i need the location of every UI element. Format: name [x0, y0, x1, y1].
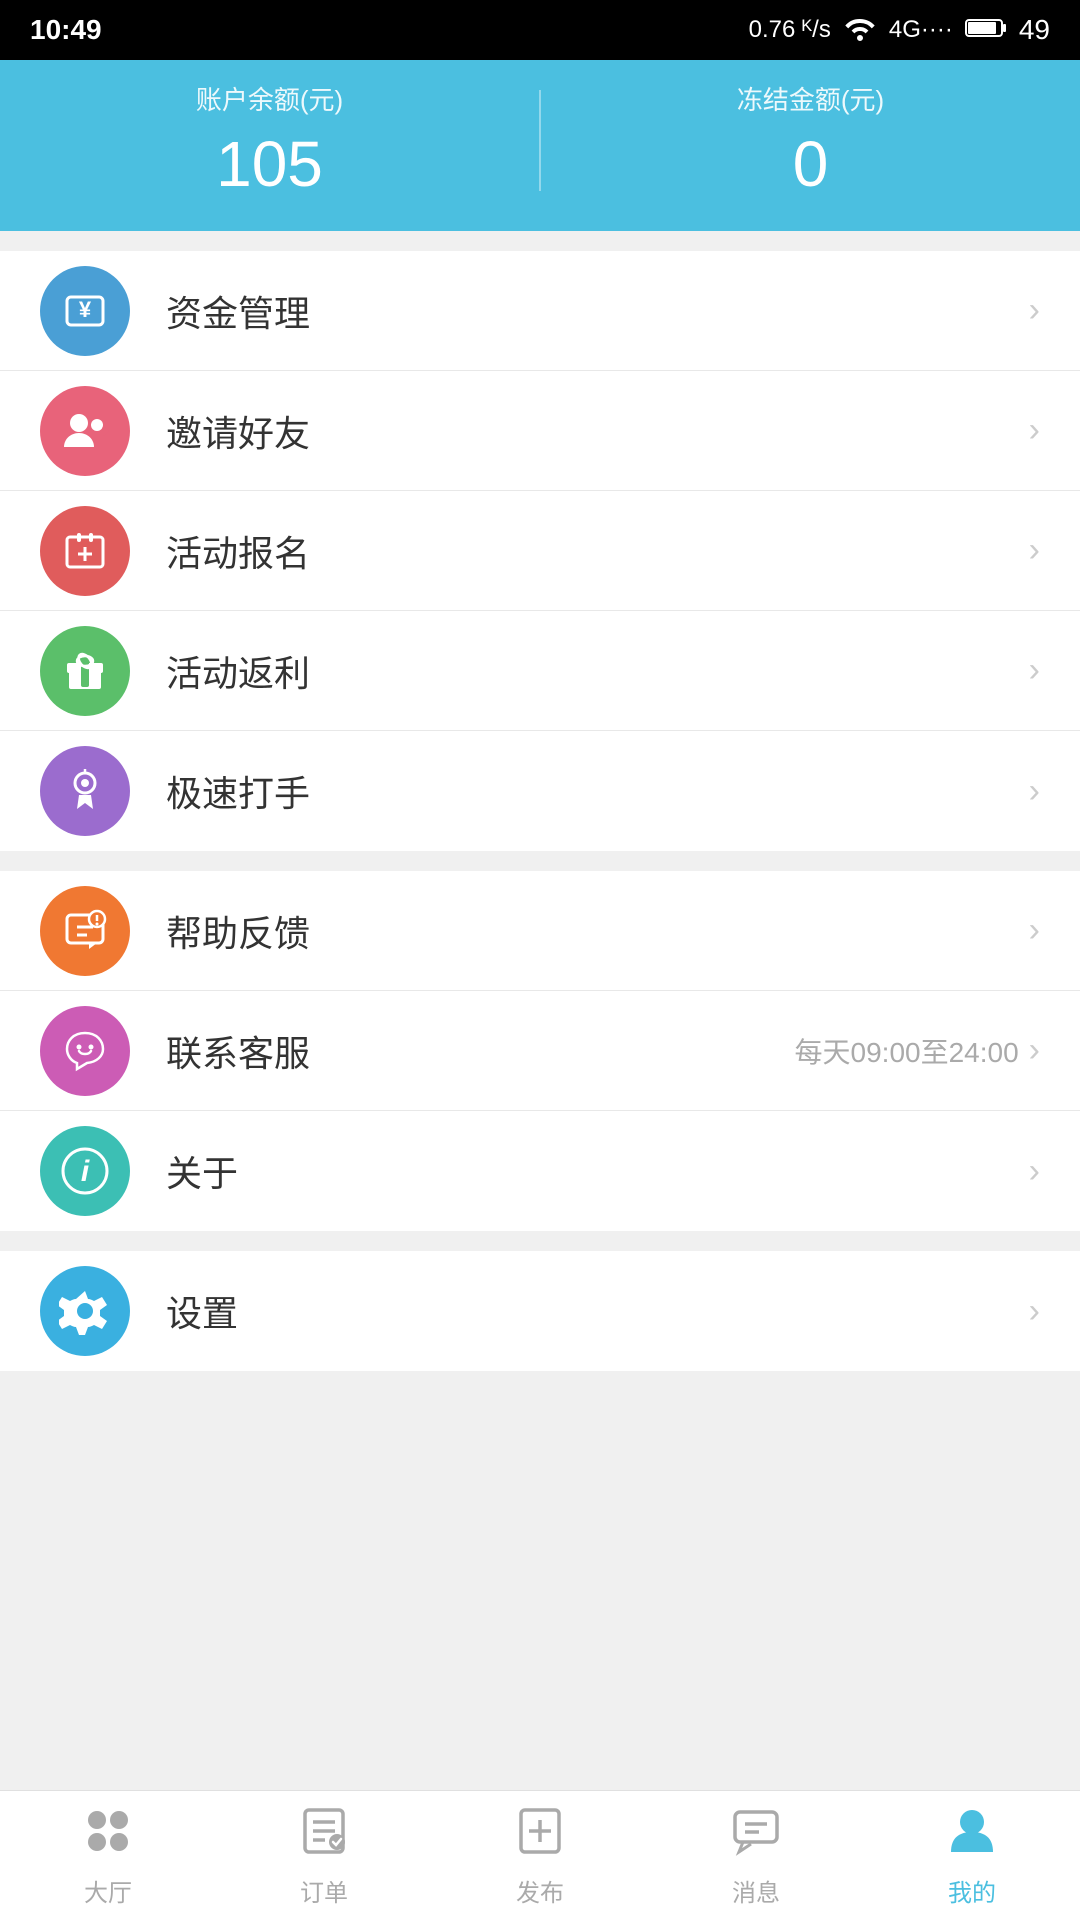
status-time: 10:49	[30, 14, 102, 46]
battery-level: 49	[1019, 14, 1050, 46]
menu-group-1: ¥ 资金管理 › 邀请好友 › 活动报	[0, 251, 1080, 851]
wifi-icon	[843, 13, 877, 48]
fast-type-icon-wrap	[40, 746, 130, 836]
funds-icon: ¥	[59, 285, 111, 337]
section-gap-3	[0, 1231, 1080, 1251]
funds-icon-wrap: ¥	[40, 266, 130, 356]
person-icon	[945, 1804, 999, 1865]
messages-label: 消息	[732, 1873, 780, 1908]
invite-label: 邀请好友	[166, 405, 1029, 457]
feedback-arrow: ›	[1029, 911, 1040, 950]
frozen-value: 0	[793, 127, 829, 201]
customer-service-icon	[59, 1025, 111, 1077]
menu-item-invite[interactable]: 邀请好友 ›	[0, 371, 1080, 491]
invite-icon-wrap	[40, 386, 130, 476]
about-label: 关于	[166, 1145, 1029, 1197]
menu-item-activity-reg[interactable]: 活动报名 ›	[0, 491, 1080, 611]
status-right: 0.76 ᴷ/s 4G···· 49	[749, 13, 1050, 48]
activity-rebate-icon-wrap	[40, 626, 130, 716]
funds-arrow: ›	[1029, 291, 1040, 330]
menu-item-settings[interactable]: 设置 ›	[0, 1251, 1080, 1371]
menu-group-2: 帮助反馈 › 联系客服 每天09:00至24:00 › i 关于 ›	[0, 871, 1080, 1231]
info-icon: i	[59, 1145, 111, 1197]
customer-arrow: ›	[1029, 1031, 1040, 1070]
mine-label: 我的	[948, 1873, 996, 1908]
section-gap-1	[0, 231, 1080, 251]
publish-icon	[513, 1804, 567, 1865]
menu-item-fast-type[interactable]: 极速打手 ›	[0, 731, 1080, 851]
customer-label: 联系客服	[166, 1025, 795, 1077]
chat-icon	[729, 1804, 783, 1865]
menu-item-activity-rebate[interactable]: 活动返利 ›	[0, 611, 1080, 731]
funds-label: 资金管理	[166, 285, 1029, 337]
settings-icon	[59, 1285, 111, 1337]
fast-type-icon	[59, 765, 111, 817]
hall-label: 大厅	[84, 1873, 132, 1908]
invite-arrow: ›	[1029, 411, 1040, 450]
feedback-icon-wrap	[40, 886, 130, 976]
menu-item-feedback[interactable]: 帮助反馈 ›	[0, 871, 1080, 991]
feedback-icon	[59, 905, 111, 957]
gift-icon	[59, 645, 111, 697]
orders-icon	[297, 1804, 351, 1865]
settings-arrow: ›	[1029, 1292, 1040, 1331]
section-gap-2	[0, 851, 1080, 871]
nav-item-mine[interactable]: 我的	[864, 1791, 1080, 1920]
nav-item-orders[interactable]: 订单	[216, 1791, 432, 1920]
feedback-label: 帮助反馈	[166, 905, 1029, 957]
nav-item-publish[interactable]: 发布	[432, 1791, 648, 1920]
frozen-balance: 冻结金额(元) 0	[541, 80, 1080, 201]
fast-type-arrow: ›	[1029, 772, 1040, 811]
settings-icon-wrap	[40, 1266, 130, 1356]
about-arrow: ›	[1029, 1152, 1040, 1191]
activity-reg-arrow: ›	[1029, 531, 1040, 570]
settings-label: 设置	[166, 1285, 1029, 1337]
menu-group-3: 设置 ›	[0, 1251, 1080, 1371]
menu-item-customer[interactable]: 联系客服 每天09:00至24:00 ›	[0, 991, 1080, 1111]
activity-reg-label: 活动报名	[166, 525, 1029, 577]
balance-label: 账户余额(元)	[196, 80, 343, 117]
activity-reg-icon	[59, 525, 111, 577]
svg-text:i: i	[81, 1155, 90, 1188]
customer-icon-wrap	[40, 1006, 130, 1096]
activity-rebate-label: 活动返利	[166, 645, 1029, 697]
about-icon-wrap: i	[40, 1126, 130, 1216]
network-speed: 0.76 ᴷ/s	[749, 16, 831, 44]
status-bar: 10:49 0.76 ᴷ/s 4G···· 49	[0, 0, 1080, 60]
frozen-label: 冻结金额(元)	[737, 80, 884, 117]
grid-icon	[81, 1804, 135, 1865]
balance-value: 105	[216, 127, 323, 201]
account-balance: 账户余额(元) 105	[0, 80, 539, 201]
activity-reg-icon-wrap	[40, 506, 130, 596]
orders-label: 订单	[300, 1873, 348, 1908]
svg-text:¥: ¥	[79, 297, 92, 322]
menu-item-funds[interactable]: ¥ 资金管理 ›	[0, 251, 1080, 371]
publish-label: 发布	[516, 1873, 564, 1908]
customer-hours: 每天09:00至24:00	[795, 1031, 1019, 1071]
nav-item-hall[interactable]: 大厅	[0, 1791, 216, 1920]
menu-item-about[interactable]: i 关于 ›	[0, 1111, 1080, 1231]
nav-item-messages[interactable]: 消息	[648, 1791, 864, 1920]
bottom-nav: 大厅 订单 发布	[0, 1790, 1080, 1920]
invite-icon	[59, 405, 111, 457]
fast-type-label: 极速打手	[166, 765, 1029, 817]
header-balance: 账户余额(元) 105 冻结金额(元) 0	[0, 60, 1080, 231]
signal-text: 4G····	[889, 16, 953, 44]
activity-rebate-arrow: ›	[1029, 651, 1040, 690]
battery-icon	[965, 14, 1007, 46]
